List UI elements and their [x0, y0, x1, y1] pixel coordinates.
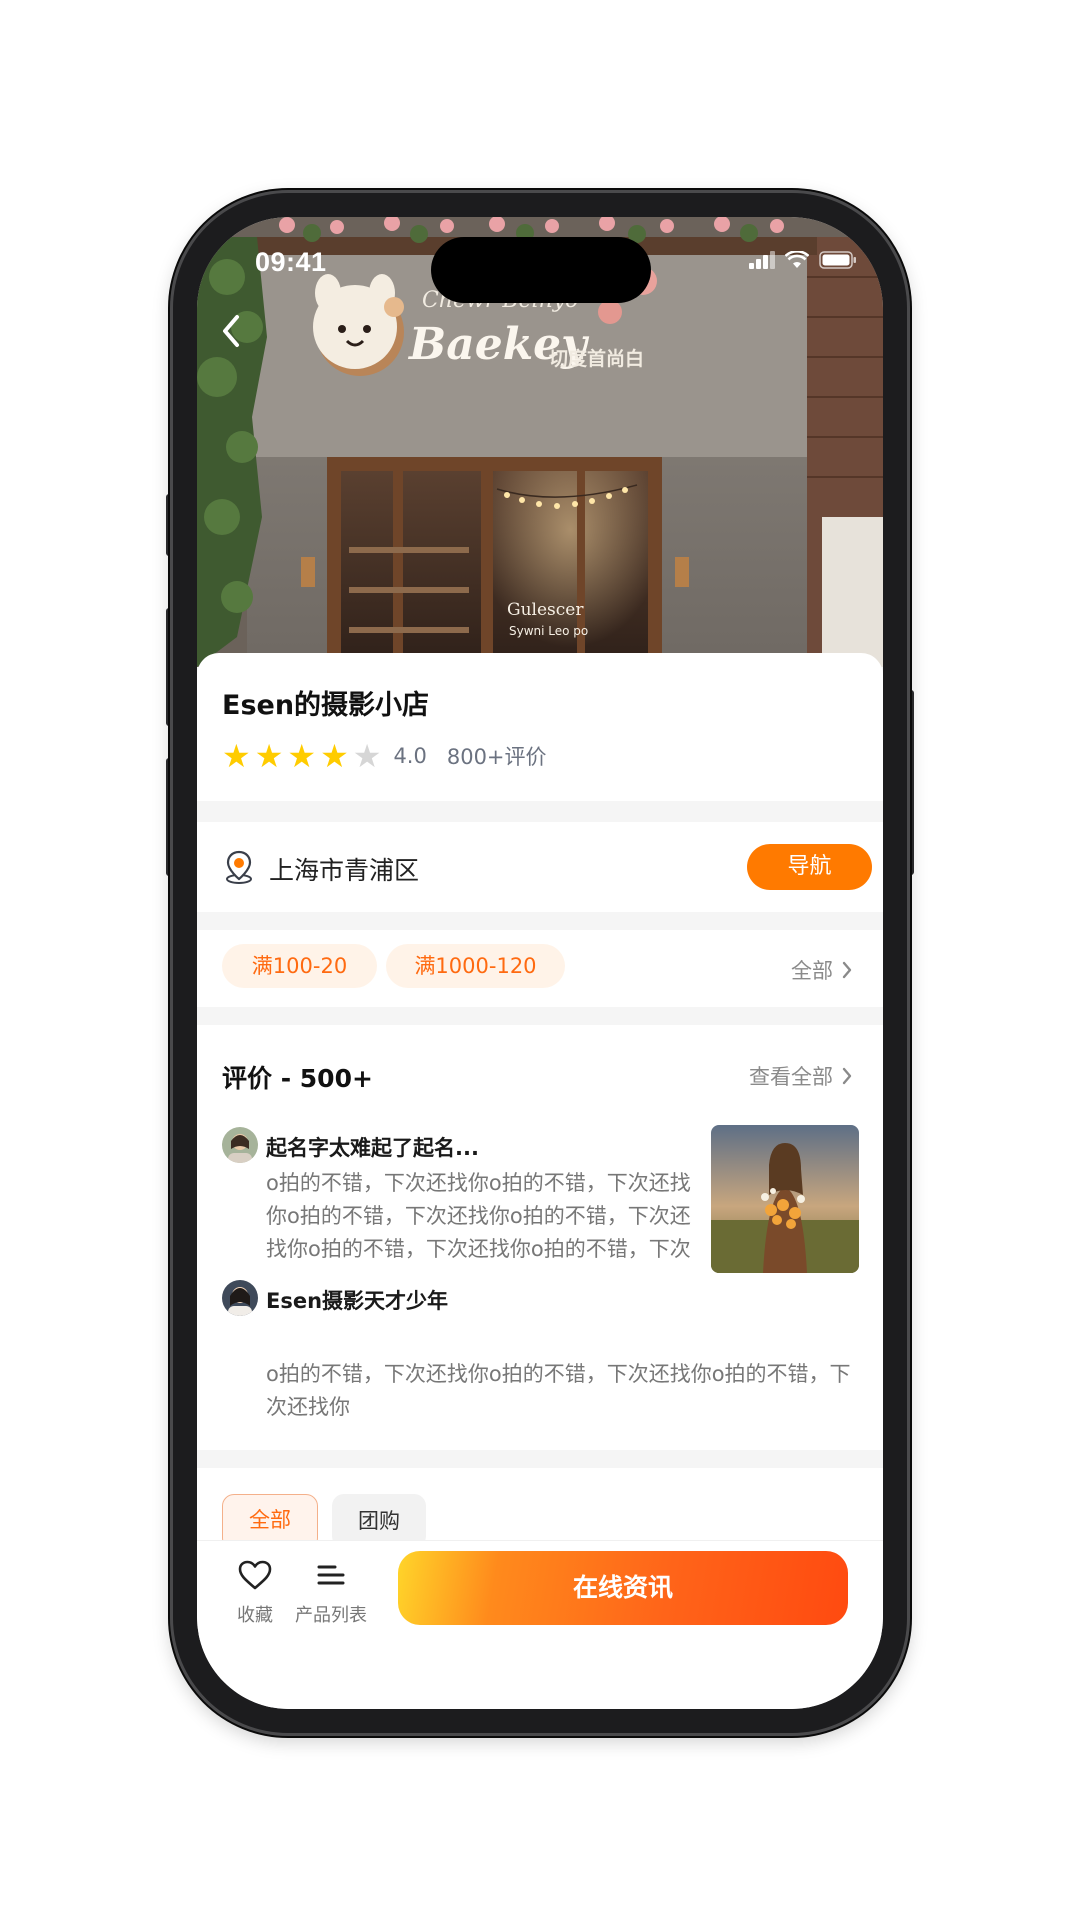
rating-value: 4.0 [393, 744, 427, 768]
star-filled-icon: ★ [222, 737, 251, 775]
star-empty-icon: ★ [352, 737, 382, 775]
favorite-button[interactable]: 收藏 [227, 1559, 283, 1627]
product-list-label: 产品列表 [295, 1605, 367, 1626]
review-photo[interactable] [711, 1125, 859, 1273]
view-all-reviews-link[interactable]: 查看全部 [749, 1061, 853, 1091]
chevron-right-icon [842, 961, 852, 979]
heart-icon [238, 1560, 272, 1590]
star-filled-icon: ★ [320, 737, 349, 775]
star-filled-icon: ★ [254, 737, 284, 775]
reviewer-name: Esen摄影天才少年 [266, 1289, 449, 1313]
address-text: 上海市青浦区 [269, 856, 420, 885]
status-time: 09:41 [255, 247, 327, 277]
product-list-button[interactable]: 产品列表 [291, 1559, 371, 1627]
reviewer-name: 起名字太难起了起名... [266, 1136, 479, 1160]
all-coupons-label: 全部 [791, 959, 833, 983]
app-screen: Chewr Beinyo Baekey 切度首尚白 [197, 217, 883, 1709]
battery-icon [819, 251, 857, 269]
list-icon [317, 1565, 345, 1585]
phone-frame: Chewr Beinyo Baekey 切度首尚白 [170, 190, 910, 1736]
all-coupons-link[interactable]: 全部 [791, 955, 853, 985]
rating-row: ★ ★ ★ ★ ★ 4.0 800+评价 [222, 739, 547, 773]
bottom-action-bar: 收藏 产品列表 在线资讯 [197, 1540, 883, 1709]
shop-hero-image: Chewr Beinyo Baekey 切度首尚白 [197, 217, 883, 667]
favorite-label: 收藏 [237, 1605, 273, 1626]
avatar [222, 1127, 258, 1163]
review-text: o拍的不错，下次还找你o拍的不错，下次还找你o拍的不错，下次还找你o拍的不错，下… [266, 1171, 691, 1261]
signal-icon [749, 251, 775, 269]
wifi-icon [785, 251, 809, 269]
shop-name: Esen的摄影小店 [222, 690, 430, 721]
chevron-right-icon [842, 1067, 852, 1085]
view-all-label: 查看全部 [749, 1065, 833, 1089]
coupon-card: 满100-20 满1000-120 全部 [197, 930, 883, 1007]
hero-sign-cn: 切度首尚白 [549, 347, 644, 370]
coupon-chip[interactable]: 满1000-120 [386, 944, 565, 988]
location-card: 上海市青浦区 导航 [197, 822, 883, 912]
navigate-button[interactable]: 导航 [747, 844, 872, 890]
rating-stars: ★ ★ ★ ★ ★ [222, 739, 381, 773]
chevron-left-icon [223, 315, 239, 347]
back-button[interactable] [211, 305, 251, 357]
hero-window-sign: Gulescer [507, 600, 584, 620]
avatar [222, 1280, 258, 1316]
star-filled-icon: ★ [287, 737, 317, 775]
reviews-card: 评价 - 500+ 查看全部 起名字太难起了起名... o拍的不错，下次还找你o… [197, 1025, 883, 1450]
hero-window-sub: Sywni Leo po [509, 624, 588, 638]
shop-info-card: Esen的摄影小店 ★ ★ ★ ★ ★ 4.0 800+评价 [197, 653, 883, 801]
dynamic-island [431, 237, 651, 303]
coupon-chip[interactable]: 满100-20 [222, 944, 377, 988]
rating-count: 800+评价 [446, 745, 547, 769]
review-text: o拍的不错，下次还找你o拍的不错，下次还找你o拍的不错，下次还找你 [266, 1362, 851, 1419]
location-pin-icon [223, 850, 255, 888]
reviews-title: 评价 - 500+ [222, 1064, 373, 1093]
online-consult-button[interactable]: 在线资讯 [398, 1551, 848, 1625]
status-icons [749, 251, 857, 269]
